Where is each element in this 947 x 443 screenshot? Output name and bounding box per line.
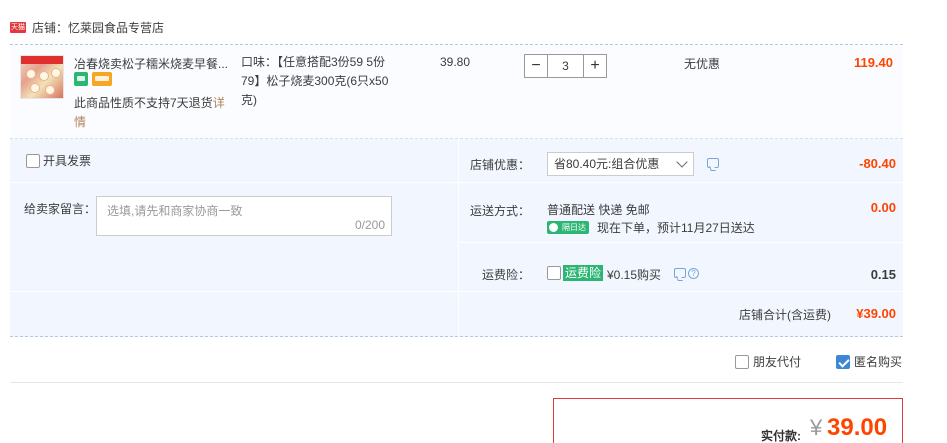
friend-pay-option[interactable]: 朋友代付 [735, 353, 801, 370]
message-label: 给卖家留言： [24, 202, 97, 216]
product-title[interactable]: 冶春烧卖松子糯米烧麦早餐... [74, 55, 234, 72]
increase-quantity-button[interactable]: + [583, 54, 607, 78]
chevron-down-icon [676, 156, 688, 168]
currency-symbol: ¥ [810, 415, 823, 440]
invoice-checkbox[interactable] [26, 153, 40, 168]
divider [10, 291, 903, 292]
insurance-checkbox[interactable] [547, 266, 561, 280]
anonymous-purchase-option[interactable]: 匿名购买 [836, 353, 902, 370]
insurance-price: ¥0.15购买 [607, 268, 662, 282]
sku-line: 79】松子烧麦300克(6只x50 [241, 74, 389, 88]
insurance-label: 运费险： [481, 268, 530, 282]
sku-info: 口味：【任意搭配3份59 5份 79】松子烧麦300克(6只x50 克) [241, 53, 411, 110]
payment-label: 实付款: [761, 429, 801, 443]
same-day-badge: 隔日达 [547, 221, 589, 234]
shipping-label: 运送方式： [470, 204, 531, 218]
unit-price: 39.80 [440, 55, 471, 69]
card-badge-icon [92, 72, 112, 86]
divider [458, 182, 903, 183]
item-discount: 无优惠 [684, 57, 721, 71]
divider [10, 182, 458, 183]
invoice-label: 开具发票 [43, 154, 92, 168]
payment-amount: 39.00 [827, 414, 888, 441]
coupon-value: -80.40 [859, 156, 896, 171]
divider [10, 382, 903, 383]
divider [458, 242, 903, 243]
quantity-input[interactable]: 3 [548, 54, 583, 78]
anonymous-label: 匿名购买 [854, 355, 903, 369]
payment-summary: 实付款: ¥ 39.00 [553, 398, 903, 443]
shop-total-label: 店铺合计(含运费) [739, 308, 831, 322]
return-policy-note: 此商品性质不支持7天退货详情 [74, 94, 234, 132]
coupon-label: 店铺优惠： [470, 158, 531, 172]
shipping-method: 普通配送 快递 免邮 [547, 203, 650, 217]
help-icon[interactable]: ? [688, 268, 699, 279]
coupon-select[interactable]: 省80.40元:组合优惠 [547, 152, 694, 176]
message-to-seller-input[interactable]: 选填,请先和商家协商一致 0/200 [96, 196, 392, 236]
order-options-panel: 开具发票 给卖家留言： 选填,请先和商家协商一致 0/200 店铺优惠： 省80… [10, 139, 903, 337]
insurance-value: 0.15 [870, 267, 896, 282]
service-badge-icon [74, 72, 88, 86]
message-placeholder: 选填,请先和商家协商一致 [107, 204, 243, 218]
friend-pay-checkbox[interactable] [735, 354, 749, 369]
quantity-stepper: − 3 + [524, 54, 607, 78]
shop-header: 天猫 店铺：忆莱园食品专营店 [10, 14, 164, 40]
shipping-eta: 现在下单，预计11月27日送达 [597, 221, 755, 235]
item-subtotal: 119.40 [853, 55, 893, 70]
tmall-icon: 天猫 [10, 21, 26, 33]
chat-icon[interactable] [707, 158, 719, 168]
sku-line: 克) [241, 93, 257, 107]
coupon-selected-value: 省80.40元:组合优惠 [554, 157, 660, 171]
shipping-value: 0.00 [870, 200, 896, 215]
friend-pay-label: 朋友代付 [753, 355, 802, 369]
insurance-badge: 运费险 [563, 265, 604, 281]
invoice-option[interactable]: 开具发票 [26, 152, 91, 169]
message-char-count: 0/200 [354, 218, 385, 232]
sku-line: 口味：【任意搭配3份59 5份 [241, 55, 386, 69]
return-policy-text: 此商品性质不支持7天退货 [74, 96, 213, 110]
chat-icon[interactable] [674, 268, 686, 278]
shop-total-value: ¥39.00 [856, 306, 896, 321]
divider [458, 139, 459, 337]
order-item-row: 冶春烧卖松子糯米烧麦早餐... 此商品性质不支持7天退货详情 口味：【任意搭配3… [10, 44, 903, 139]
anonymous-checkbox[interactable] [836, 354, 850, 369]
shop-name[interactable]: 店铺：忆莱园食品专营店 [32, 19, 164, 36]
product-thumbnail[interactable] [20, 55, 64, 99]
decrease-quantity-button[interactable]: − [524, 54, 548, 78]
